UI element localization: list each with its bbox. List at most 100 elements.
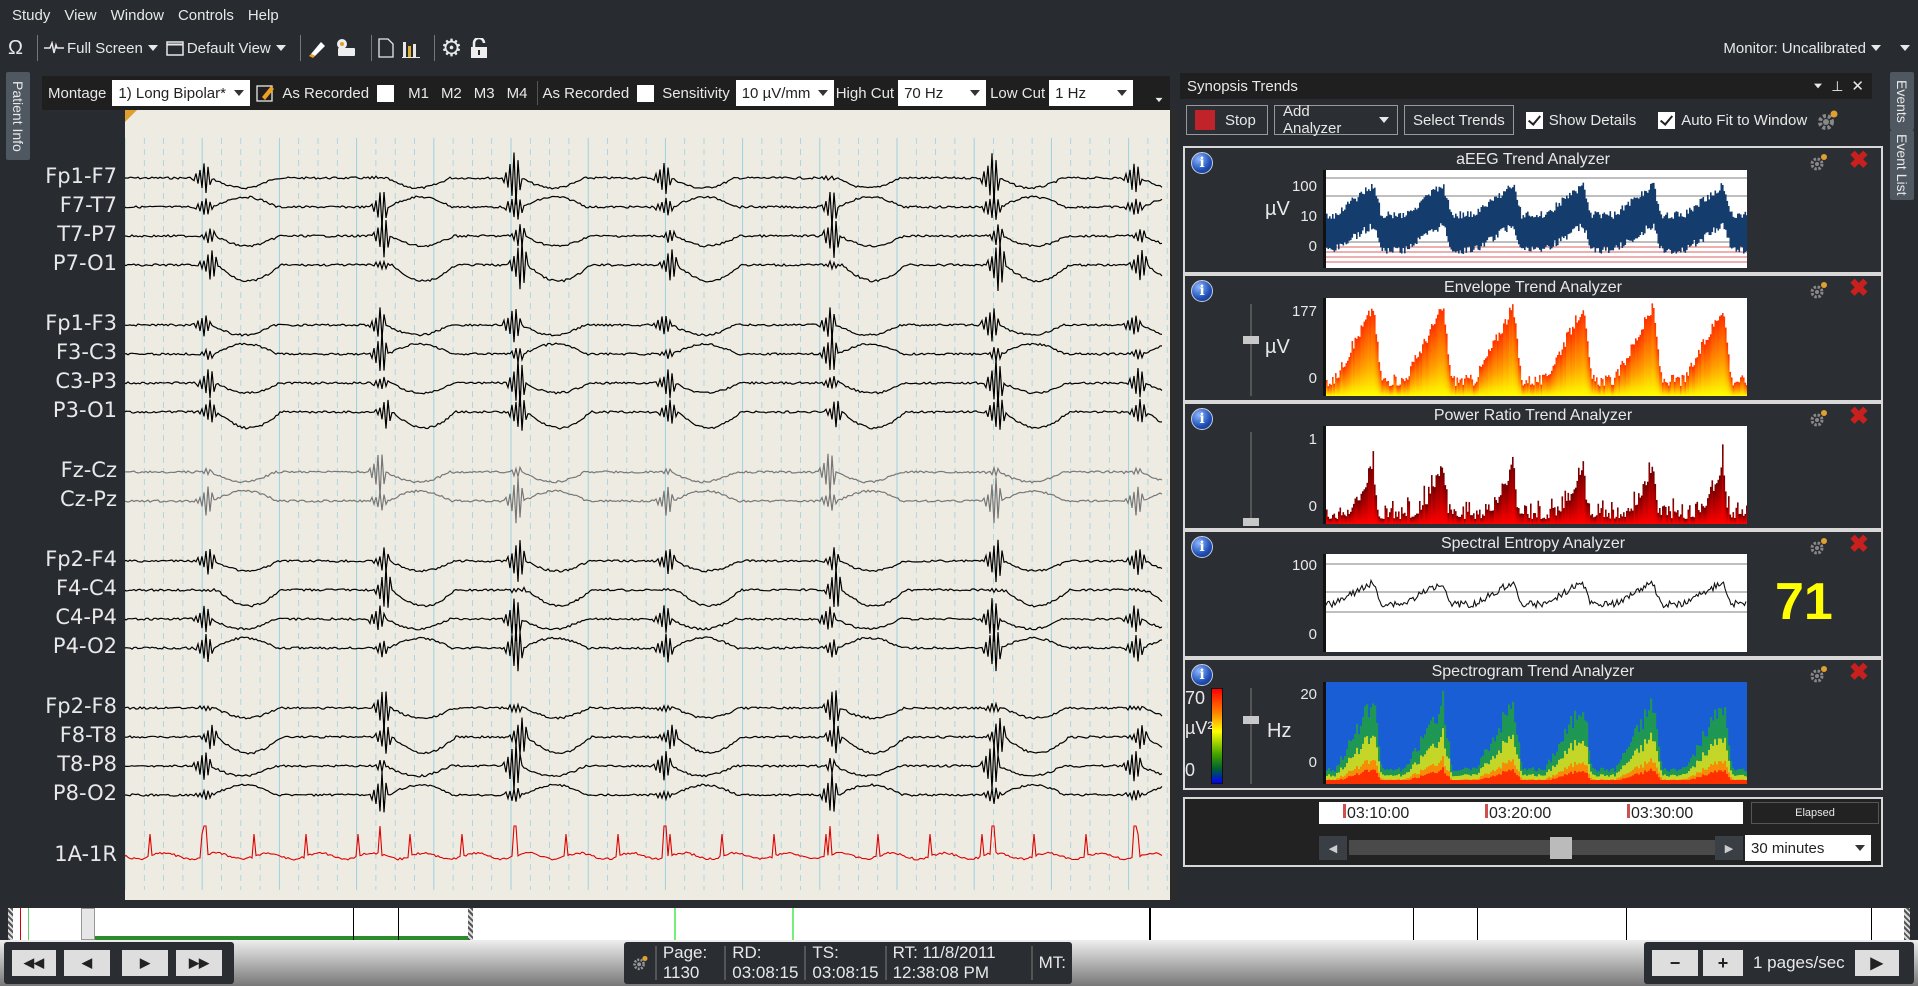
events-tab[interactable]: Events [1890, 72, 1914, 130]
pin-icon[interactable]: ⊥ [1831, 78, 1843, 95]
gear-icon[interactable] [1809, 408, 1829, 428]
as-recorded-checkbox-1[interactable] [377, 84, 395, 102]
elapsed-mode-button[interactable]: Elapsed [1751, 802, 1879, 824]
timeline-position-thumb[interactable] [81, 908, 95, 940]
monitor-calibration-dropdown[interactable]: Monitor: Uncalibrated [1723, 40, 1881, 57]
trend-plot[interactable] [1323, 554, 1747, 652]
event-list-tab[interactable]: Event List [1890, 130, 1914, 200]
edit-montage-icon[interactable] [256, 83, 276, 103]
close-icon[interactable]: ✖ [1849, 405, 1869, 429]
montage-overflow-icon[interactable] [1155, 97, 1163, 103]
scale-slider-thumb[interactable] [1243, 336, 1259, 344]
increase-speed-button[interactable]: + [1703, 950, 1743, 976]
add-analyzer-button[interactable]: Add Analyzer [1274, 103, 1398, 137]
gear-icon[interactable] [1809, 536, 1829, 556]
time-window-select[interactable]: 30 minutes [1745, 835, 1871, 861]
new-page-button[interactable] [378, 38, 394, 58]
close-icon[interactable]: ✖ [1849, 533, 1869, 557]
scale-slider-thumb[interactable] [1243, 716, 1259, 724]
sensitivity-select[interactable]: 10 µV/mm [735, 80, 834, 106]
close-icon[interactable]: ✖ [1849, 661, 1869, 685]
m2-button[interactable]: M2 [441, 85, 462, 102]
gear-icon[interactable] [1809, 664, 1829, 684]
settings-button[interactable]: ⚙ [441, 34, 463, 63]
channel-label[interactable]: T7-P7 [57, 222, 117, 246]
channel-label[interactable]: 1A-1R [54, 842, 117, 866]
menu-controls[interactable]: Controls [178, 7, 234, 24]
close-icon[interactable]: ✖ [1849, 277, 1869, 301]
trend-plot[interactable] [1323, 426, 1748, 524]
scale-slider-track[interactable] [1250, 304, 1252, 396]
channel-label[interactable]: T8-P8 [57, 752, 117, 776]
channel-label[interactable]: F4-C4 [56, 576, 117, 600]
first-page-button[interactable]: ◀◀ [12, 950, 56, 976]
channel-label[interactable]: F8-T8 [60, 723, 117, 747]
menu-help[interactable]: Help [248, 7, 279, 24]
channel-label[interactable]: F7-T7 [60, 193, 117, 217]
channel-label[interactable]: C4-P4 [55, 605, 117, 629]
toolbar-overflow-button[interactable] [1895, 45, 1910, 51]
trend-plot[interactable] [1323, 170, 1748, 268]
m3-button[interactable]: M3 [474, 85, 495, 102]
montage-select[interactable]: 1) Long Bipolar* [112, 80, 251, 106]
video-button[interactable] [335, 38, 357, 58]
channel-label[interactable]: P7-O1 [53, 251, 117, 275]
lock-button[interactable] [470, 38, 488, 58]
gear-icon[interactable] [632, 950, 649, 976]
menu-view[interactable]: View [64, 7, 96, 24]
eeg-waveform-area[interactable] [124, 110, 1170, 900]
scroll-right-button[interactable]: ▶ [1715, 836, 1743, 860]
chart-button[interactable] [401, 38, 420, 58]
show-details-checkbox[interactable] [1525, 111, 1543, 129]
close-panel-icon[interactable]: ✕ [1851, 77, 1864, 95]
scale-slider-track[interactable] [1250, 688, 1252, 784]
channel-label[interactable]: Fp2-F4 [45, 547, 117, 571]
scale-slider-track[interactable] [1250, 432, 1252, 524]
trend-bar [1453, 509, 1456, 524]
channel-label[interactable]: Fp1-F3 [45, 311, 117, 335]
m4-button[interactable]: M4 [507, 85, 528, 102]
menu-study[interactable]: Study [12, 7, 50, 24]
recording-overview-timeline[interactable] [8, 908, 1910, 940]
play-button[interactable]: ▶ [1854, 950, 1899, 976]
m1-button[interactable]: M1 [408, 85, 429, 102]
close-icon[interactable]: ✖ [1849, 149, 1869, 173]
panel-menu-icon[interactable] [1814, 83, 1823, 89]
omega-icon[interactable]: Ω [8, 37, 23, 60]
channel-label[interactable]: P3-O1 [53, 398, 117, 422]
default-view-button[interactable]: Default View [166, 40, 286, 57]
as-recorded-checkbox-2[interactable] [637, 84, 655, 102]
channel-label[interactable]: P8-O2 [53, 781, 117, 805]
channel-label[interactable]: F3-C3 [56, 340, 117, 364]
channel-label[interactable]: P4-O2 [53, 634, 117, 658]
chevron-down-icon [1379, 117, 1389, 123]
channel-label[interactable]: Fz-Cz [61, 458, 117, 482]
gear-icon[interactable] [1809, 152, 1829, 172]
full-screen-button[interactable]: Full Screen [43, 40, 158, 57]
menu-window[interactable]: Window [111, 7, 164, 24]
highlighter-button[interactable] [307, 38, 327, 58]
channel-label[interactable]: Cz-Pz [60, 487, 117, 511]
last-page-button[interactable]: ▶▶ [176, 950, 222, 976]
decrease-speed-button[interactable]: − [1652, 950, 1698, 976]
scale-slider-thumb[interactable] [1243, 518, 1259, 526]
low-cut-select[interactable]: 1 Hz [1049, 80, 1134, 106]
trend-scrollbar-thumb[interactable] [1550, 837, 1572, 859]
channel-label[interactable]: C3-P3 [55, 369, 117, 393]
eeg-scrollbar[interactable] [1170, 110, 1176, 900]
scroll-left-button[interactable]: ◀ [1319, 836, 1347, 860]
channel-label[interactable]: Fp1-F7 [45, 164, 117, 188]
trend-plot[interactable] [1323, 298, 1748, 396]
auto-fit-checkbox[interactable] [1658, 111, 1676, 129]
next-page-button[interactable]: ▶ [122, 950, 168, 976]
gear-icon[interactable] [1817, 109, 1839, 131]
select-trends-button[interactable]: Select Trends [1404, 105, 1514, 135]
gear-icon[interactable] [1809, 280, 1829, 300]
trend-plot[interactable] [1323, 682, 1749, 784]
stop-button[interactable]: Stop [1186, 105, 1268, 135]
previous-page-button[interactable]: ◀ [64, 950, 110, 976]
high-cut-select[interactable]: 70 Hz [898, 80, 987, 106]
trend-scrollbar-track[interactable] [1349, 840, 1725, 855]
channel-label[interactable]: Fp2-F8 [45, 694, 117, 718]
spectrogram-column [1652, 771, 1655, 784]
